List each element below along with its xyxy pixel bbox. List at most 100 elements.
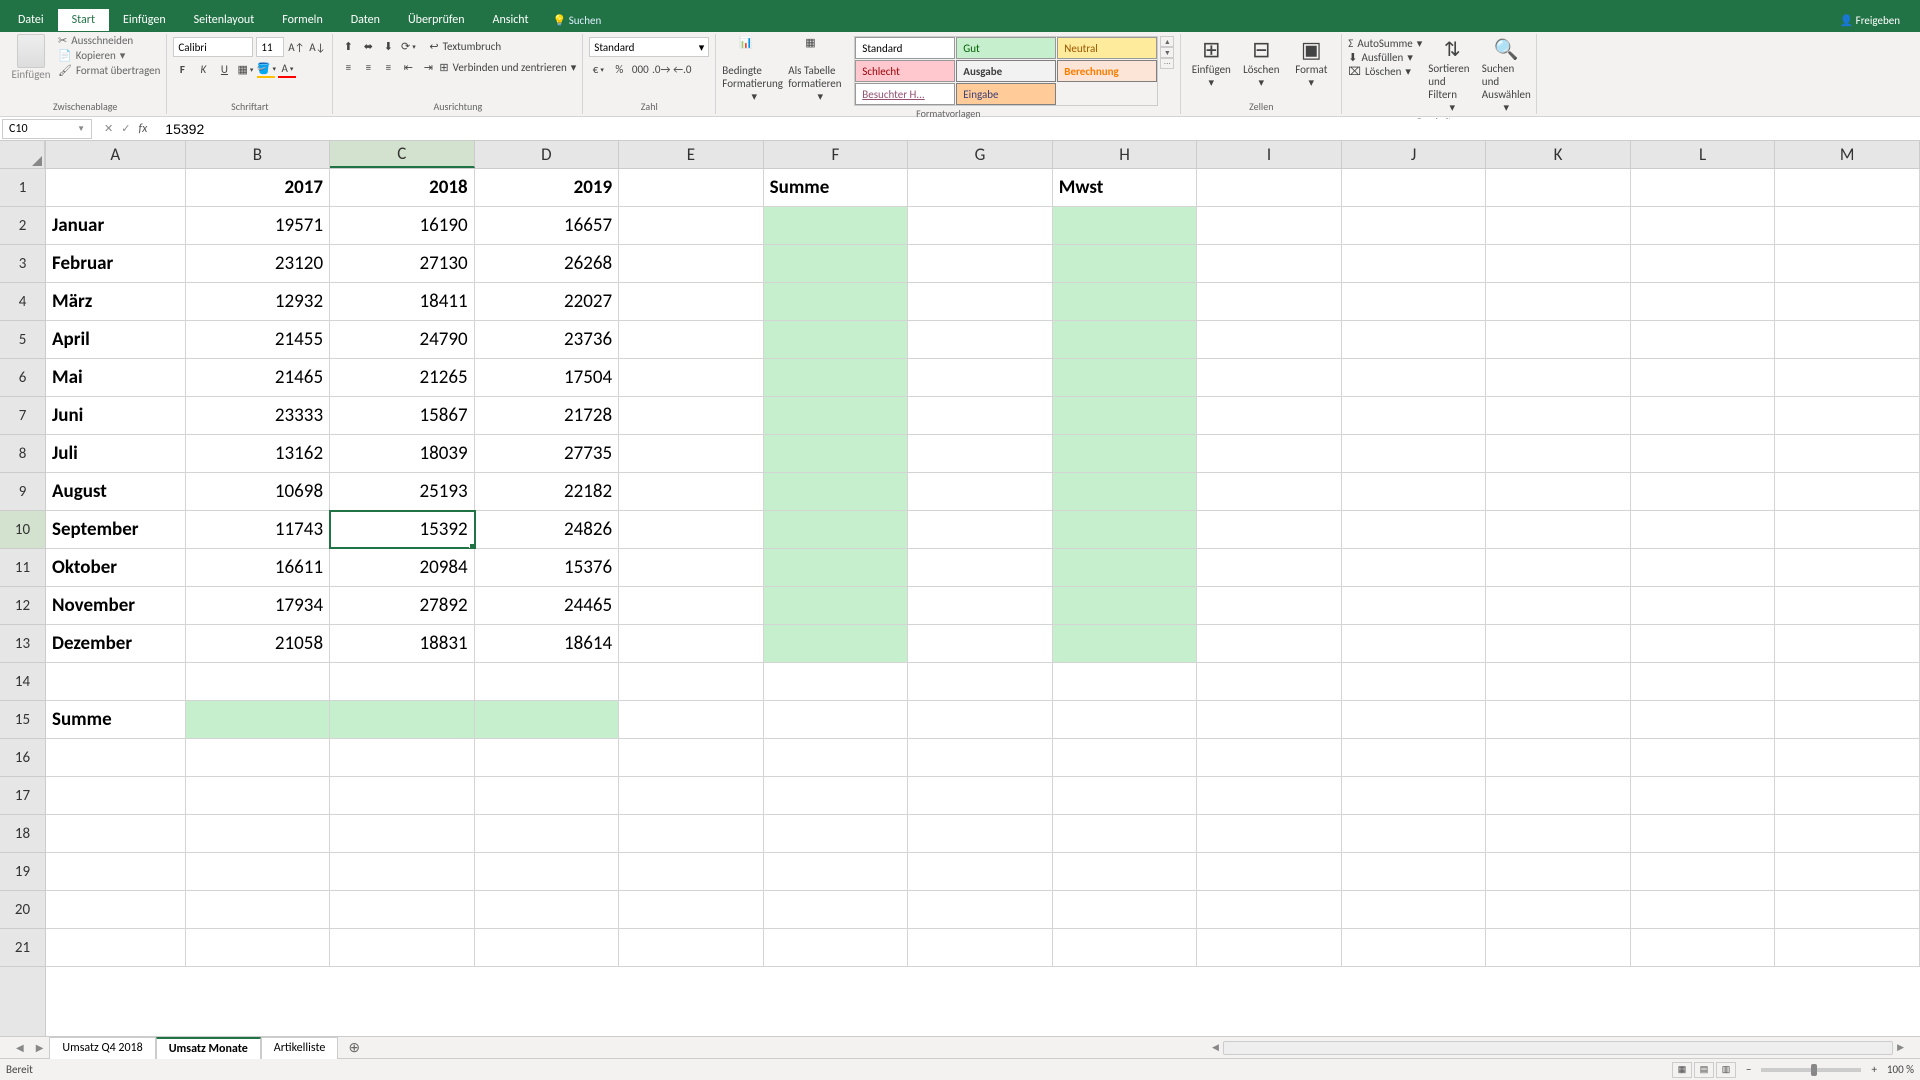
cell-D5[interactable]: 23736 [475, 321, 620, 358]
cell-D4[interactable]: 22027 [475, 283, 620, 320]
cell-H6[interactable] [1053, 359, 1198, 396]
cell-C11[interactable]: 20984 [330, 549, 475, 586]
align-middle-button[interactable]: ⬌ [359, 37, 377, 55]
clear-button[interactable]: ⌧ Löschen ▾ [1348, 65, 1422, 78]
cell-L20[interactable] [1631, 891, 1776, 928]
cell-M1[interactable] [1775, 169, 1920, 206]
row-header-1[interactable]: 1 [0, 169, 45, 207]
percent-button[interactable]: % [610, 60, 628, 78]
cell-F2[interactable] [764, 207, 909, 244]
cell-K5[interactable] [1486, 321, 1631, 358]
cell-B10[interactable]: 11743 [186, 511, 331, 548]
cell-F8[interactable] [764, 435, 909, 472]
cell-K16[interactable] [1486, 739, 1631, 776]
cell-D8[interactable]: 27735 [475, 435, 620, 472]
cell-F13[interactable] [764, 625, 909, 662]
font-size-dropdown[interactable]: 11 [256, 37, 284, 57]
cell-A14[interactable] [46, 663, 186, 700]
orientation-button[interactable]: ⟳ [399, 37, 417, 55]
number-format-dropdown[interactable]: Standard▾ [589, 37, 709, 57]
cell-J20[interactable] [1342, 891, 1487, 928]
select-all-corner[interactable] [0, 141, 45, 169]
cell-C12[interactable]: 27892 [330, 587, 475, 624]
cell-J14[interactable] [1342, 663, 1487, 700]
fill-color-button[interactable]: 🪣 [257, 60, 275, 78]
cell-L8[interactable] [1631, 435, 1776, 472]
cell-H9[interactable] [1053, 473, 1198, 510]
cell-C16[interactable] [330, 739, 475, 776]
cell-D1[interactable]: 2019 [475, 169, 620, 206]
sheet-tab-1[interactable]: Umsatz Monate [156, 1037, 261, 1059]
find-select-button[interactable]: 🔍Suchen und Auswählen▾ [1482, 37, 1530, 114]
cell-D16[interactable] [475, 739, 620, 776]
cell-M2[interactable] [1775, 207, 1920, 244]
cell-M18[interactable] [1775, 815, 1920, 852]
cell-G3[interactable] [908, 245, 1053, 282]
cell-E18[interactable] [619, 815, 764, 852]
cell-D13[interactable]: 18614 [475, 625, 620, 662]
sheet-tab-2[interactable]: Artikelliste [261, 1037, 339, 1059]
cell-J19[interactable] [1342, 853, 1487, 890]
cell-C17[interactable] [330, 777, 475, 814]
styles-up-button[interactable]: ▲ [1160, 36, 1174, 47]
row-header-8[interactable]: 8 [0, 435, 45, 473]
cell-A15[interactable]: Summe [46, 701, 186, 738]
format-painter-button[interactable]: 🖌 Format übertragen [58, 64, 160, 77]
tab-einfuegen[interactable]: Einfügen [109, 9, 180, 31]
cell-K12[interactable] [1486, 587, 1631, 624]
cell-A16[interactable] [46, 739, 186, 776]
format-as-table-button[interactable]: ▦ Als Tabelle formatieren ▾ [788, 36, 852, 103]
align-bottom-button[interactable]: ⬇ [379, 37, 397, 55]
cell-L18[interactable] [1631, 815, 1776, 852]
align-top-button[interactable]: ⬆ [339, 37, 357, 55]
cell-M6[interactable] [1775, 359, 1920, 396]
row-header-14[interactable]: 14 [0, 663, 45, 701]
cell-M13[interactable] [1775, 625, 1920, 662]
cell-K9[interactable] [1486, 473, 1631, 510]
align-left-button[interactable]: ≡ [339, 58, 357, 76]
cell-K11[interactable] [1486, 549, 1631, 586]
cell-J18[interactable] [1342, 815, 1487, 852]
cell-I18[interactable] [1197, 815, 1342, 852]
cell-B14[interactable] [186, 663, 331, 700]
format-cells-button[interactable]: ▣Format▾ [1287, 36, 1335, 89]
cell-E19[interactable] [619, 853, 764, 890]
cell-I12[interactable] [1197, 587, 1342, 624]
cell-G2[interactable] [908, 207, 1053, 244]
cell-M8[interactable] [1775, 435, 1920, 472]
cell-D19[interactable] [475, 853, 620, 890]
cell-J12[interactable] [1342, 587, 1487, 624]
cell-B1[interactable]: 2017 [186, 169, 331, 206]
style-besucht[interactable]: Besuchter H... [855, 83, 955, 105]
delete-cells-button[interactable]: ⊟Löschen▾ [1237, 36, 1285, 89]
zoom-in-button[interactable]: + [1871, 1063, 1876, 1076]
cell-I4[interactable] [1197, 283, 1342, 320]
cell-F3[interactable] [764, 245, 909, 282]
cell-K2[interactable] [1486, 207, 1631, 244]
style-eingabe[interactable]: Eingabe [956, 83, 1056, 105]
cell-C19[interactable] [330, 853, 475, 890]
cell-I5[interactable] [1197, 321, 1342, 358]
cell-C1[interactable]: 2018 [330, 169, 475, 206]
borders-button[interactable]: ▦ [236, 60, 254, 78]
cell-J13[interactable] [1342, 625, 1487, 662]
cell-E8[interactable] [619, 435, 764, 472]
cell-D14[interactable] [475, 663, 620, 700]
cell-D10[interactable]: 24826 [475, 511, 620, 548]
row-header-7[interactable]: 7 [0, 397, 45, 435]
cell-L4[interactable] [1631, 283, 1776, 320]
cell-L16[interactable] [1631, 739, 1776, 776]
cell-I7[interactable] [1197, 397, 1342, 434]
cell-D20[interactable] [475, 891, 620, 928]
cell-B21[interactable] [186, 929, 331, 966]
cell-M4[interactable] [1775, 283, 1920, 320]
cell-F1[interactable]: Summe [764, 169, 909, 206]
cell-I11[interactable] [1197, 549, 1342, 586]
cell-F15[interactable] [764, 701, 909, 738]
cell-L10[interactable] [1631, 511, 1776, 548]
cell-H16[interactable] [1053, 739, 1198, 776]
cell-A5[interactable]: April [46, 321, 186, 358]
font-name-dropdown[interactable]: Calibri [173, 37, 253, 57]
cell-E21[interactable] [619, 929, 764, 966]
cell-C3[interactable]: 27130 [330, 245, 475, 282]
